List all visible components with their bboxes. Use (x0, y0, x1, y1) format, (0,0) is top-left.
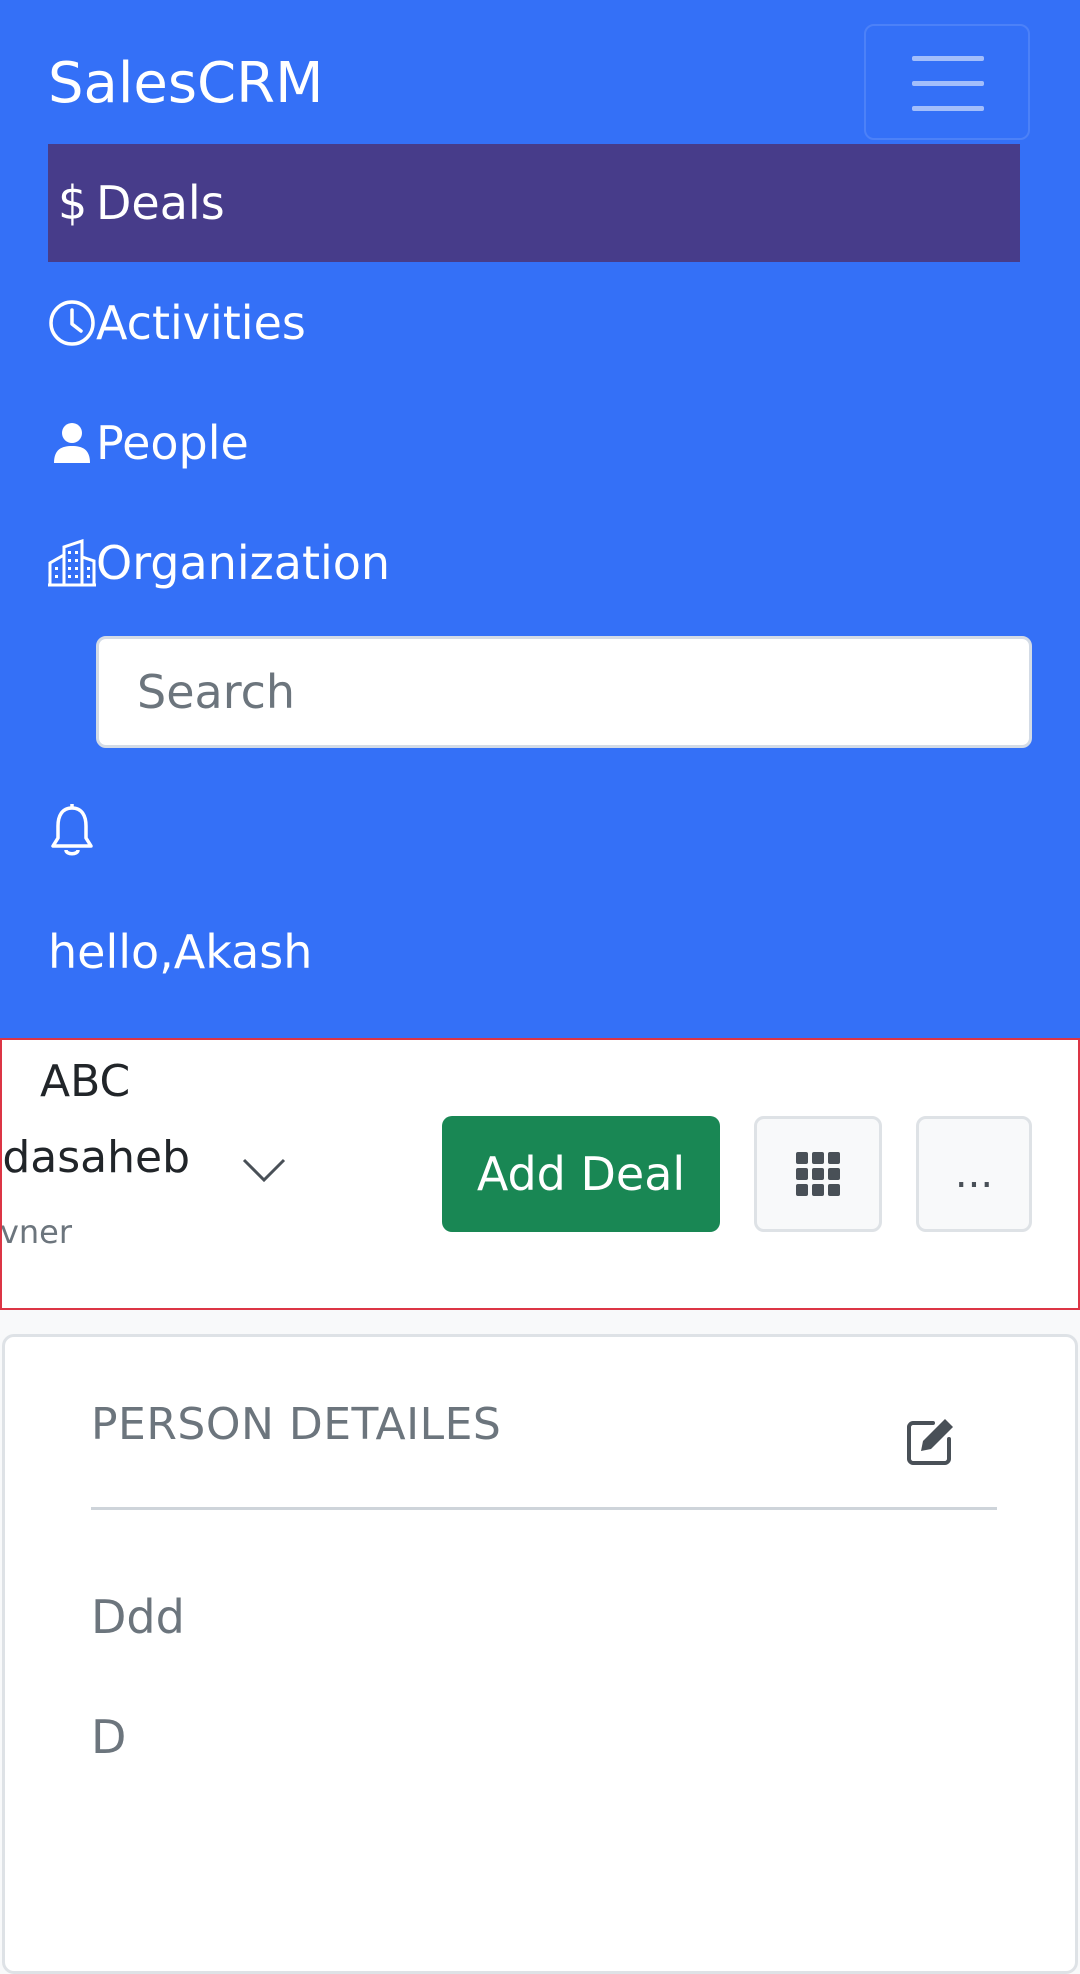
nav-item-people[interactable]: People (48, 384, 1020, 502)
person-details-card: PERSON DETAILES Ddd D (2, 1334, 1078, 1974)
hamburger-icon-bar (912, 106, 984, 111)
clock-icon (48, 299, 96, 347)
hamburger-icon (912, 56, 984, 61)
divider (91, 1507, 997, 1510)
card-title: PERSON DETAILES (91, 1399, 502, 1450)
hamburger-icon-bar (912, 81, 984, 86)
navbar: SalesCRM $ Deals Activities People Organ… (0, 0, 1080, 1038)
bell-icon[interactable] (48, 804, 96, 858)
brand-logo[interactable]: SalesCRM (48, 48, 323, 120)
grid-view-button[interactable] (754, 1116, 882, 1232)
edit-icon[interactable] (905, 1415, 957, 1467)
owner-select-line-1: ABC (40, 1056, 131, 1107)
menu-toggle-button[interactable] (864, 24, 1030, 140)
person-icon (48, 419, 96, 467)
search-input[interactable] (96, 636, 1032, 748)
nav-item-organization[interactable]: Organization (48, 504, 1020, 622)
nav-item-label: People (96, 416, 249, 470)
owner-select[interactable]: ABC dasaheb vner (2, 1040, 302, 1308)
nav-item-label: Activities (96, 296, 306, 350)
grid-icon (796, 1152, 840, 1196)
building-icon (48, 539, 96, 587)
owner-name: dasaheb (2, 1132, 190, 1183)
nav-item-activities[interactable]: Activities (48, 264, 1020, 382)
chevron-down-icon (242, 1158, 286, 1183)
nav-item-label: Deals (96, 176, 225, 230)
more-options-button[interactable]: ... (916, 1116, 1032, 1232)
nav-item-label: Organization (96, 536, 391, 590)
nav-item-deals[interactable]: $ Deals (48, 144, 1020, 262)
person-field: Ddd (91, 1590, 185, 1644)
dollar-icon: $ (58, 176, 88, 230)
add-deal-button[interactable]: Add Deal (442, 1116, 720, 1232)
owner-role: vner (2, 1213, 72, 1251)
user-greeting[interactable]: hello,Akash (48, 922, 312, 982)
person-field: D (91, 1710, 127, 1764)
deal-toolbar: ABC dasaheb vner Add Deal ... (0, 1038, 1080, 1310)
more-options-label: ... (954, 1151, 994, 1197)
